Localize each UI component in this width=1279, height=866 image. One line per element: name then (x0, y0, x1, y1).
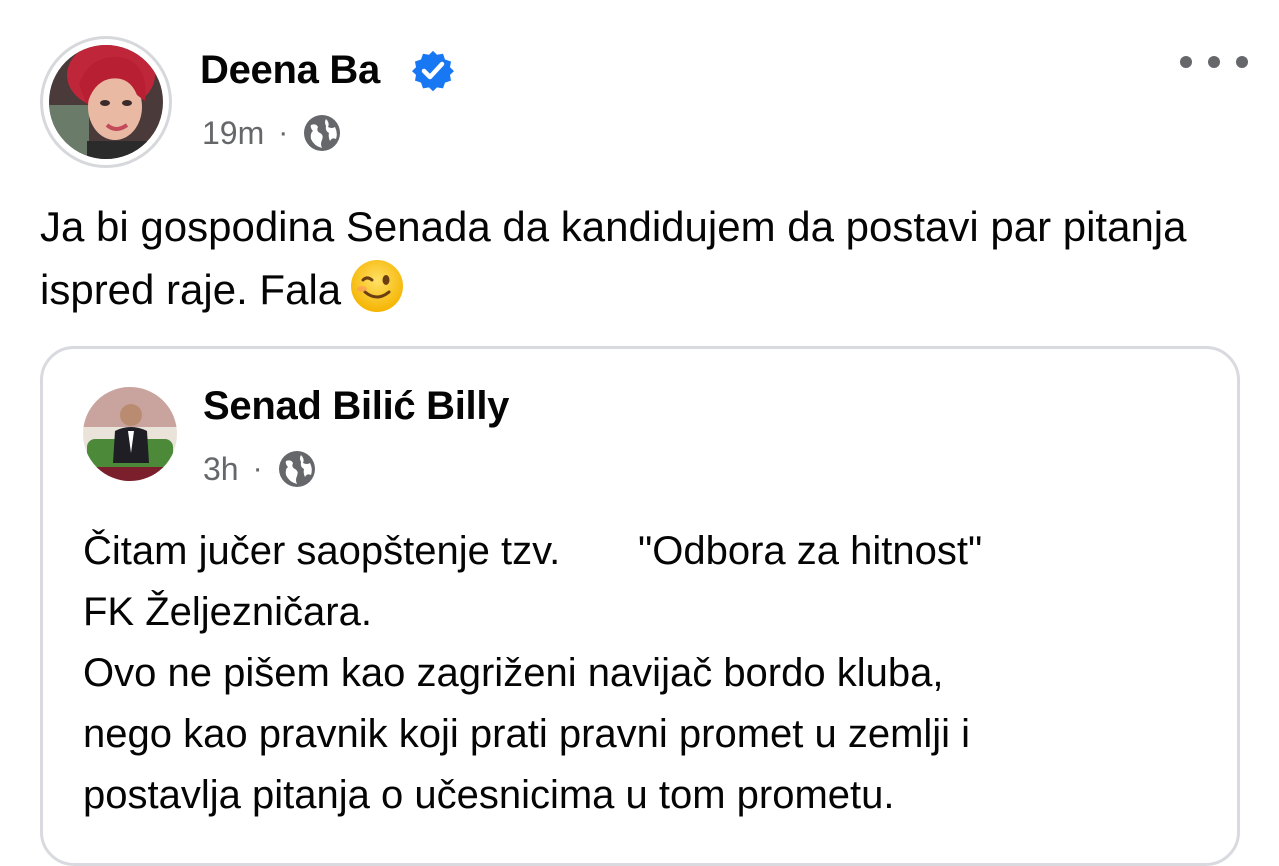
post-time[interactable]: 19m (202, 115, 264, 152)
shared-post-meta: 3h · (203, 447, 317, 491)
shared-text-line: Ovo ne pišem kao zagriženi navijač bordo… (83, 651, 944, 695)
more-dot (1236, 56, 1248, 68)
author-name[interactable]: Deena Ba (200, 44, 380, 96)
shared-post-text: Čitam jučer saopštenje tzv. "Odbora za h… (83, 521, 1213, 826)
post-text: Ja bi gospodina Senada da kandidujem da … (40, 196, 1240, 321)
meta-separator: · (252, 452, 263, 485)
shared-text-line: postavlja pitanja o učesnicima u tom pro… (83, 773, 895, 817)
author-avatar-ring[interactable] (40, 36, 172, 168)
more-options-icon[interactable] (1180, 50, 1248, 74)
shared-author-avatar[interactable] (83, 387, 177, 481)
verified-badge-icon (412, 50, 454, 92)
globe-icon (304, 115, 341, 151)
shared-author-name[interactable]: Senad Bilić Billy (203, 379, 509, 433)
shared-post-card[interactable]: Senad Bilić Billy 3h · Čitam jučer saopš… (40, 346, 1240, 866)
meta-separator: · (278, 116, 289, 149)
post-body: Ja bi gospodina Senada da kandidujem da … (40, 203, 1187, 313)
globe-icon (278, 451, 315, 487)
facebook-post: Deena Ba 19m · Ja bi gospodina Senada da… (0, 0, 1279, 866)
shared-text-line: FK Željezničara. (83, 590, 372, 634)
shared-text-line: Čitam jučer saopštenje tzv. "Odbora za h… (83, 529, 983, 573)
post-meta: 19m · (202, 111, 342, 155)
shared-text-line: nego kao pravnik koji prati pravni prome… (83, 712, 971, 756)
author-avatar[interactable] (49, 45, 163, 159)
winking-face-emoji (351, 260, 404, 312)
more-dot (1180, 56, 1192, 68)
more-dot (1208, 56, 1220, 68)
shared-post-time[interactable]: 3h (203, 451, 239, 488)
